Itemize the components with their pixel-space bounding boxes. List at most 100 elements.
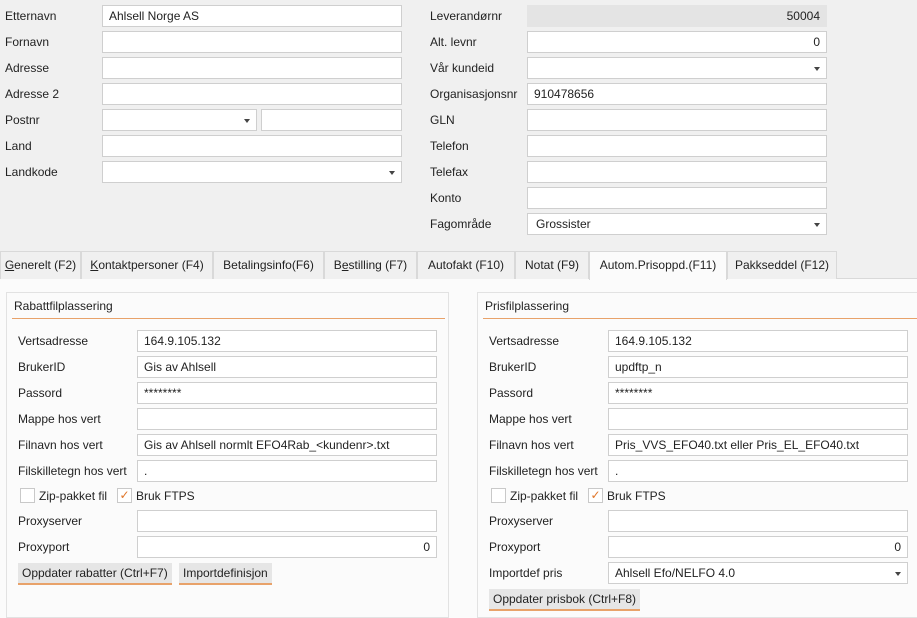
check-icon: ✓ [119,488,130,502]
land-field[interactable] [102,135,402,157]
pris-skille-field[interactable]: . [608,460,908,482]
pris-filnavn-field[interactable]: Pris_VVS_EFO40.txt eller Pris_EL_EFO40.t… [608,434,908,456]
pris-vert-field[interactable]: 164.9.105.132 [608,330,908,352]
tab-autom-prisoppd[interactable]: Autom.Prisoppd.(F11) [589,251,727,280]
poststed-field[interactable] [261,109,402,131]
gln-field[interactable] [527,109,827,131]
rabatt-passord-field[interactable]: ******** [137,382,437,404]
chevron-down-icon [389,171,395,175]
tab-bestilling[interactable]: Bestilling (F7) [324,251,417,279]
pris-proxy-label: Proxyserver [489,514,554,528]
chevron-down-icon [814,223,820,227]
etternavn-field[interactable]: Ahlsell Norge AS [102,5,402,27]
tab-betalingsinfo[interactable]: Betalingsinfo(F6) [213,251,324,279]
rabatt-port-field[interactable]: 0 [137,536,437,558]
pris-mappe-field[interactable] [608,408,908,430]
rabatt-vert-label: Vertsadresse [18,334,89,348]
konto-field[interactable] [527,187,827,209]
telefon-label: Telefon [430,139,469,153]
fagomrade-value: Grossister [536,217,591,231]
alt-levnr-field[interactable]: 0 [527,31,827,53]
pris-importdef-value: Ahlsell Efo/NELFO 4.0 [615,566,736,580]
pris-port-field[interactable]: 0 [608,536,908,558]
pris-passord-field[interactable]: ******** [608,382,908,404]
adresse-field[interactable] [102,57,402,79]
pris-zip-checkbox[interactable] [491,488,506,503]
pris-mappe-label: Mappe hos vert [489,412,572,426]
leverandornr-label: Leverandørnr [430,9,503,23]
telefax-field[interactable] [527,161,827,183]
kundeid-label: Vår kundeid [430,61,495,75]
tab-pakkseddel[interactable]: Pakkseddel (F12) [727,251,837,279]
chevron-down-icon [895,572,901,576]
rabatt-passord-label: Passord [18,386,63,400]
rabatt-zip-label[interactable]: Zip-pakket fil [39,487,107,505]
telefax-label: Telefax [430,165,469,179]
pris-importdef-label: Importdef pris [489,566,563,580]
alt-levnr-label: Alt. levnr [430,35,477,49]
pris-passord-label: Passord [489,386,534,400]
check-icon: ✓ [590,488,601,502]
adresse-label: Adresse [5,61,50,75]
rabatt-skille-label: Filskilletegn hos vert [18,464,127,478]
pris-bruker-field[interactable]: updftp_n [608,356,908,378]
pris-vert-label: Vertsadresse [489,334,560,348]
pris-filnavn-label: Filnavn hos vert [489,438,574,452]
adresse2-field[interactable] [102,83,402,105]
rabatt-filnavn-field[interactable]: Gis av Ahlsell normlt EFO4Rab_<kundenr>.… [137,434,437,456]
rabatt-skille-field[interactable]: . [137,460,437,482]
landkode-label: Landkode [5,165,58,179]
oppdater-rabatter-button[interactable]: Oppdater rabatter (Ctrl+F7) [18,563,172,585]
pris-proxy-field[interactable] [608,510,908,532]
fornavn-field[interactable] [102,31,402,53]
tab-kontaktpersoner[interactable]: Kontaktpersoner (F4) [81,251,213,279]
prisfil-title: Prisfilplassering [485,299,570,313]
rabattfil-title-underline [12,318,445,319]
land-label: Land [5,139,32,153]
tab-autofakt[interactable]: Autofakt (F10) [417,251,515,279]
chevron-down-icon [814,67,820,71]
landkode-dropdown[interactable] [102,161,402,183]
importdefinisjon-button[interactable]: Importdefinisjon [179,563,272,585]
leverandornr-field: 50004 [527,5,827,27]
pris-zip-label[interactable]: Zip-pakket fil [510,487,578,505]
telefon-field[interactable] [527,135,827,157]
pris-importdef-dropdown[interactable]: Ahlsell Efo/NELFO 4.0 [608,562,908,584]
rabatt-zip-checkbox[interactable] [20,488,35,503]
konto-label: Konto [430,191,462,205]
etternavn-label: Etternavn [5,9,57,23]
gln-label: GLN [430,113,455,127]
rabatt-vert-field[interactable]: 164.9.105.132 [137,330,437,352]
rabatt-bruker-field[interactable]: Gis av Ahlsell [137,356,437,378]
postnr-dropdown[interactable] [102,109,257,131]
rabatt-proxy-label: Proxyserver [18,514,83,528]
prisfil-title-underline [483,318,917,319]
adresse2-label: Adresse 2 [5,87,60,101]
oppdater-prisbok-button[interactable]: Oppdater prisbok (Ctrl+F8) [489,589,641,611]
rabatt-bruker-label: BrukerID [18,360,66,374]
tab-notat[interactable]: Notat (F9) [515,251,589,279]
rabatt-port-label: Proxyport [18,540,70,554]
rabatt-mappe-field[interactable] [137,408,437,430]
pris-port-label: Proxyport [489,540,541,554]
pris-bruker-label: BrukerID [489,360,537,374]
postnr-label: Postnr [5,113,40,127]
rabatt-proxy-field[interactable] [137,510,437,532]
chevron-down-icon [244,119,250,123]
orgnr-field[interactable]: 910478656 [527,83,827,105]
fagomrade-label: Fagområde [430,217,492,231]
pris-ftps-label[interactable]: Bruk FTPS [607,487,666,505]
pris-ftps-checkbox[interactable]: ✓ [588,488,603,503]
rabatt-ftps-checkbox[interactable]: ✓ [117,488,132,503]
rabattfil-title: Rabattfilplassering [14,299,113,313]
fornavn-label: Fornavn [5,35,50,49]
tab-generelt[interactable]: Generelt (F2) [0,251,81,279]
pris-skille-label: Filskilletegn hos vert [489,464,598,478]
fagomrade-dropdown[interactable]: Grossister [527,213,827,235]
rabatt-mappe-label: Mappe hos vert [18,412,101,426]
kundeid-dropdown[interactable] [527,57,827,79]
rabatt-filnavn-label: Filnavn hos vert [18,438,103,452]
tab-bar: Generelt (F2) Kontaktpersoner (F4) Betal… [0,251,917,280]
orgnr-label: Organisasjonsnr [430,87,518,101]
rabatt-ftps-label[interactable]: Bruk FTPS [136,487,195,505]
